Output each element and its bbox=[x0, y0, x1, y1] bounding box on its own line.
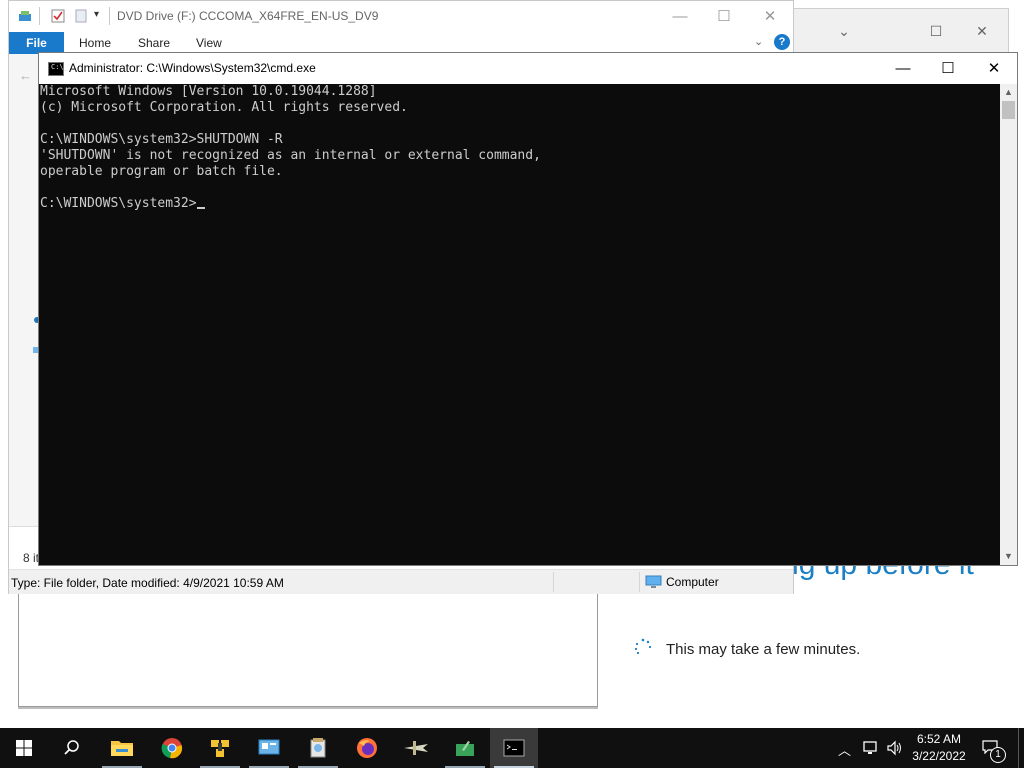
close-button[interactable]: ✕ bbox=[747, 1, 793, 32]
network-icon[interactable] bbox=[862, 740, 880, 756]
maximize-button[interactable]: ☐ bbox=[920, 18, 952, 44]
minimize-button[interactable]: — bbox=[880, 53, 926, 84]
computer-icon bbox=[645, 575, 662, 588]
cmd-titlebar[interactable]: C:\_ Administrator: C:\Windows\System32\… bbox=[39, 53, 1017, 84]
taskbar-app-doc[interactable] bbox=[294, 728, 342, 768]
properties-icon[interactable] bbox=[51, 9, 65, 23]
show-desktop-button[interactable] bbox=[1018, 728, 1024, 768]
divider bbox=[39, 7, 40, 25]
minimize-button[interactable]: — bbox=[657, 1, 703, 32]
taskbar-app-yellow[interactable] bbox=[196, 728, 244, 768]
chrome-icon bbox=[161, 738, 183, 759]
back-arrow-icon[interactable]: ← bbox=[19, 68, 32, 83]
setup-subtext: This may take a few minutes. bbox=[666, 641, 861, 658]
close-button[interactable]: ✕ bbox=[966, 18, 998, 44]
close-button[interactable]: ✕ bbox=[971, 53, 1017, 84]
status-bar: Type: File folder, Date modified: 4/9/20… bbox=[9, 569, 793, 594]
document-tool-icon bbox=[310, 738, 326, 758]
volume-icon[interactable] bbox=[886, 740, 904, 756]
navigation-pane[interactable]: ← bbox=[9, 54, 40, 526]
console-line: (c) Microsoft Corporation. All rights re… bbox=[40, 100, 408, 115]
maximize-button[interactable]: ☐ bbox=[925, 53, 971, 84]
green-tool-icon bbox=[456, 741, 474, 756]
cmd-icon bbox=[503, 739, 525, 757]
prompt-text: C:\WINDOWS\system32> bbox=[40, 196, 197, 211]
taskbar-chrome[interactable] bbox=[148, 728, 196, 768]
console-line: Microsoft Windows [Version 10.0.19044.12… bbox=[40, 84, 377, 99]
tab-file[interactable]: File bbox=[9, 32, 64, 54]
new-folder-icon[interactable] bbox=[74, 9, 88, 23]
status-location: Computer bbox=[666, 575, 719, 589]
cmd-icon: C:\_ bbox=[48, 62, 68, 76]
taskbar-app-plane[interactable] bbox=[392, 728, 440, 768]
taskbar-cmd[interactable] bbox=[490, 728, 538, 768]
spinner-icon bbox=[634, 638, 652, 655]
scroll-up-icon[interactable]: ▲ bbox=[1000, 84, 1017, 101]
divider bbox=[9, 526, 39, 527]
scroll-thumb[interactable] bbox=[1002, 101, 1015, 119]
ribbon-tabs: File Home Share View ⌄ ? bbox=[9, 32, 793, 54]
cmd-window[interactable]: C:\_ Administrator: C:\Windows\System32\… bbox=[38, 52, 1018, 566]
background-window bbox=[18, 592, 598, 707]
vertical-scrollbar[interactable]: ▲ ▼ bbox=[1000, 84, 1017, 565]
clock-time[interactable]: 6:52 AM bbox=[914, 732, 964, 746]
windows-logo-icon bbox=[16, 740, 32, 756]
network-app-icon bbox=[211, 740, 229, 757]
control-panel-icon bbox=[258, 739, 280, 755]
console-prompt[interactable]: C:\WINDOWS\system32> bbox=[40, 196, 205, 212]
folder-icon bbox=[111, 741, 133, 756]
start-button[interactable] bbox=[0, 728, 48, 768]
items-count: 8 it bbox=[23, 551, 40, 565]
explorer-titlebar[interactable]: ▾ DVD Drive (F:) CCCOMA_X64FRE_EN-US_DV9… bbox=[9, 1, 793, 32]
airplane-icon bbox=[404, 741, 428, 755]
search-button[interactable] bbox=[48, 728, 96, 768]
taskbar-app-blue[interactable] bbox=[245, 728, 293, 768]
maximize-button[interactable]: ☐ bbox=[701, 1, 747, 32]
taskbar-file-explorer[interactable] bbox=[98, 728, 146, 768]
text-cursor bbox=[196, 207, 205, 209]
notification-button[interactable]: 1 bbox=[976, 738, 1006, 763]
chevron-up-icon[interactable]: ︿ bbox=[838, 740, 851, 759]
divider bbox=[639, 572, 640, 592]
taskbar-app-green[interactable] bbox=[441, 728, 489, 768]
tab-view[interactable]: View bbox=[196, 36, 222, 50]
explorer-title: DVD Drive (F:) CCCOMA_X64FRE_EN-US_DV9 bbox=[117, 9, 379, 23]
tab-home[interactable]: Home bbox=[79, 36, 111, 50]
help-icon[interactable]: ? bbox=[774, 34, 790, 50]
chevron-down-icon[interactable]: ⌄ bbox=[828, 18, 860, 44]
taskbar-firefox[interactable] bbox=[343, 728, 391, 768]
notification-badge: 1 bbox=[990, 747, 1006, 763]
divider bbox=[109, 7, 110, 25]
status-text: Type: File folder, Date modified: 4/9/20… bbox=[11, 576, 284, 590]
cmd-title: Administrator: C:\Windows\System32\cmd.e… bbox=[69, 61, 316, 75]
clock-date[interactable]: 3/22/2022 bbox=[908, 749, 970, 763]
divider bbox=[553, 572, 554, 592]
console-output[interactable]: Microsoft Windows [Version 10.0.19044.12… bbox=[39, 84, 1000, 565]
console-line: C:\WINDOWS\system32>SHUTDOWN -R bbox=[40, 132, 283, 147]
search-icon bbox=[64, 740, 79, 755]
drive-icon bbox=[19, 11, 31, 21]
taskbar: ︿ 6:52 AM 3/22/2022 1 bbox=[0, 728, 1024, 768]
console-line: operable program or batch file. bbox=[40, 164, 283, 179]
firefox-icon bbox=[357, 738, 377, 758]
tab-share[interactable]: Share bbox=[138, 36, 170, 50]
console-line: 'SHUTDOWN' is not recognized as an inter… bbox=[40, 148, 541, 163]
expand-ribbon-icon[interactable]: ⌄ bbox=[754, 35, 763, 48]
scroll-down-icon[interactable]: ▼ bbox=[1000, 548, 1017, 565]
customize-quick-access-icon[interactable]: ▾ bbox=[94, 9, 99, 20]
